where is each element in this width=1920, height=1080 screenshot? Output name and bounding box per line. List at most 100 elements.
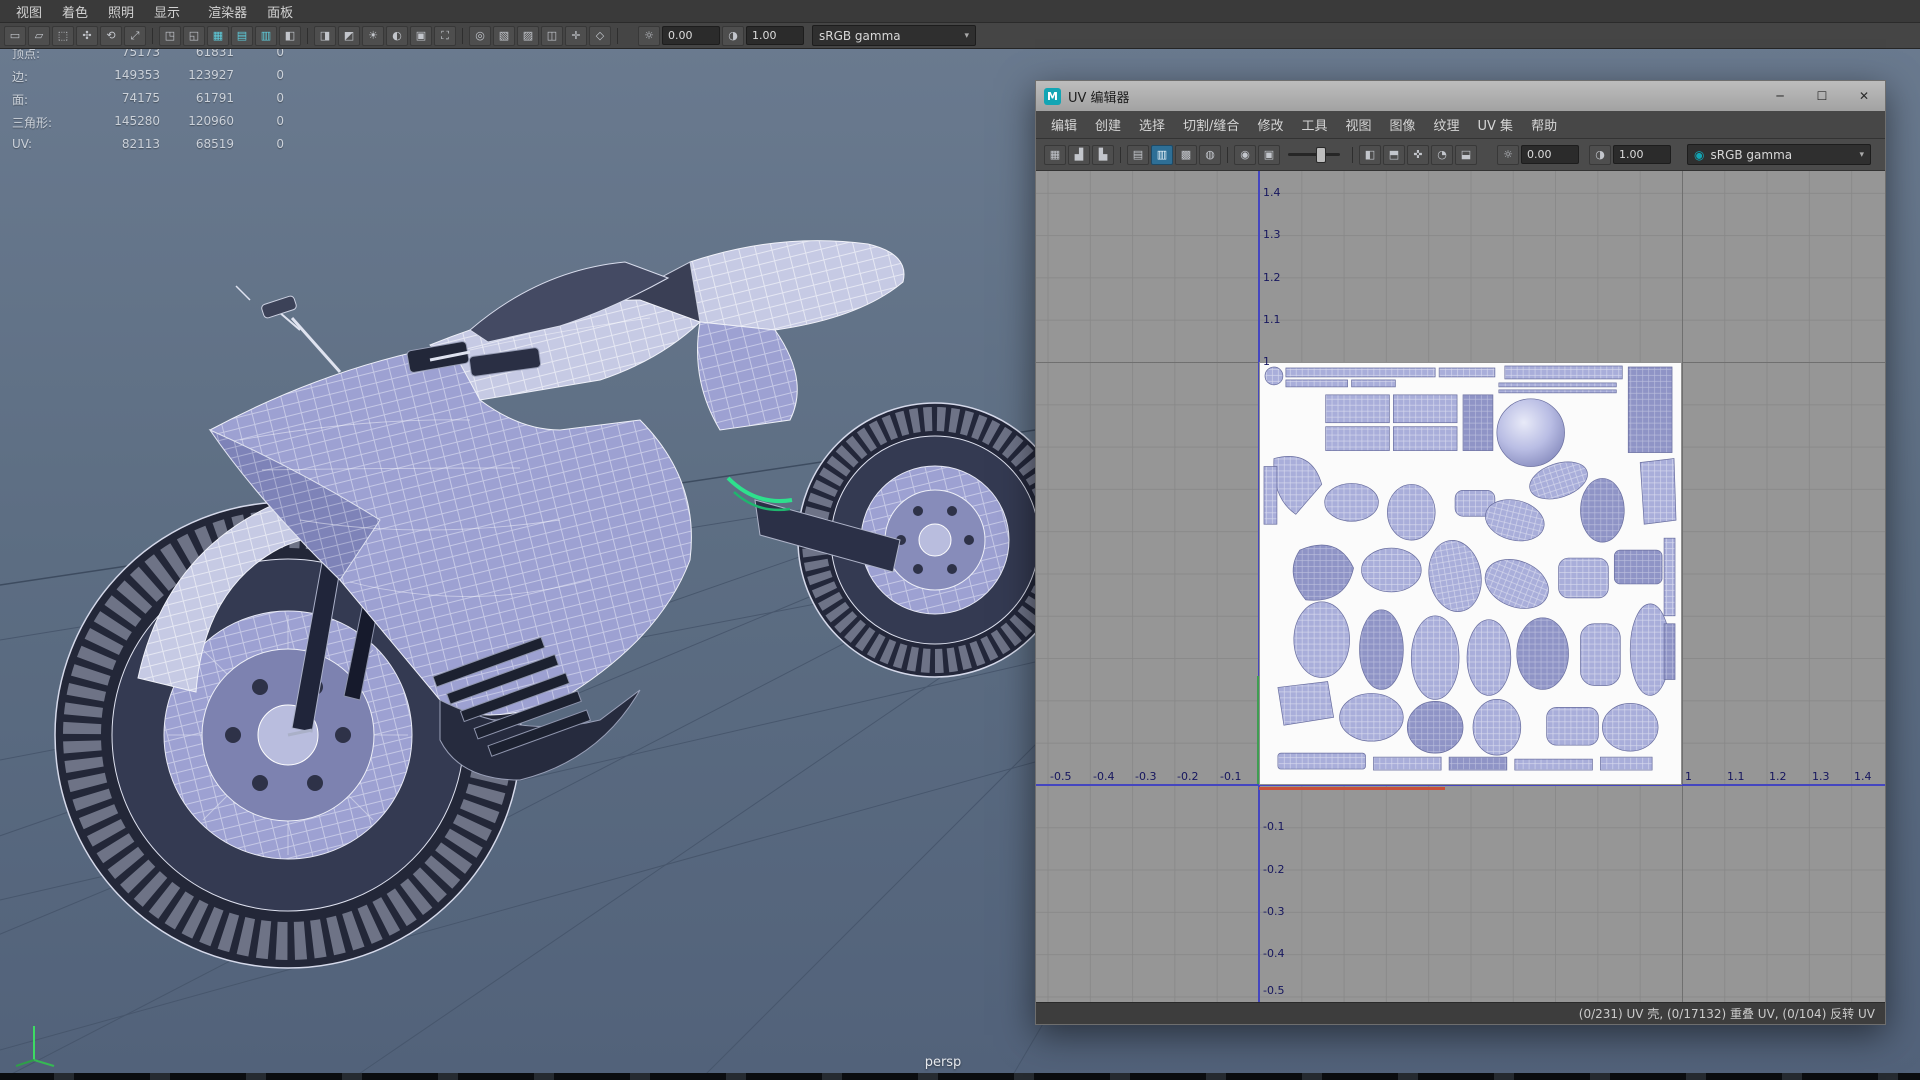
screen-ao-icon[interactable]: ◎ xyxy=(469,26,491,46)
uv-gamma-field[interactable]: 1.00 xyxy=(1613,145,1671,164)
motion-blur-icon[interactable]: ▧ xyxy=(493,26,515,46)
uv-menu-modify[interactable]: 修改 xyxy=(1248,115,1292,134)
uv-menu-image[interactable]: 图像 xyxy=(1380,115,1424,134)
multisample-icon[interactable]: ▨ xyxy=(517,26,539,46)
uv-editor-toolbar: ▦ ▟ ▙ ▤ ▥ ▩ ◍ ◉ ▣ ◧ ⬒ ✜ ◔ ⬓ ☼ 0.00 ◑ 1.0… xyxy=(1036,139,1885,171)
menu-show[interactable]: 显示 xyxy=(144,2,190,21)
uv-pushpin-icon[interactable]: ⬒ xyxy=(1383,145,1405,165)
uv-menu-tools[interactable]: 工具 xyxy=(1292,115,1336,134)
uv-editor-titlebar[interactable]: M UV 编辑器 ─ ☐ ✕ xyxy=(1036,81,1885,111)
hud-value: 123927 xyxy=(160,68,234,85)
uv-view-transform-value: sRGB gamma xyxy=(1710,148,1792,162)
uv-checker-icon[interactable]: ◍ xyxy=(1199,145,1221,165)
pixel-snap-icon[interactable]: ◧ xyxy=(1359,145,1381,165)
uv-exposure-field[interactable]: 0.00 xyxy=(1521,145,1579,164)
uv-borders-icon[interactable]: ▤ xyxy=(1127,145,1149,165)
uv-menu-create[interactable]: 创建 xyxy=(1086,115,1130,134)
uv-editor-window: M UV 编辑器 ─ ☐ ✕ 编辑 创建 选择 切割/缝合 修改 工具 视图 图… xyxy=(1035,80,1886,1025)
menu-renderer[interactable]: 渲染器 xyxy=(198,2,257,21)
wireframe-mode-icon[interactable]: ◨ xyxy=(314,26,336,46)
uv-menu-view[interactable]: 视图 xyxy=(1336,115,1380,134)
toolbar-separator xyxy=(307,28,308,44)
gamma-field[interactable]: 1.00 xyxy=(746,26,804,45)
u-axis-label: 1.3 xyxy=(1812,771,1830,783)
close-button[interactable]: ✕ xyxy=(1843,81,1885,111)
uv-shaded-icon[interactable]: ▥ xyxy=(1151,145,1173,165)
textured-mode-icon[interactable]: ▣ xyxy=(410,26,432,46)
lasso-tool-icon[interactable]: ▱ xyxy=(28,26,50,46)
shadows-icon[interactable]: ◐ xyxy=(386,26,408,46)
depth-peel-icon[interactable]: ◫ xyxy=(541,26,563,46)
uv-overlap-icon[interactable]: ⬓ xyxy=(1455,145,1477,165)
menu-view[interactable]: 视图 xyxy=(6,2,52,21)
hud-value: 68519 xyxy=(160,137,234,151)
lighting-icon[interactable]: ☀ xyxy=(362,26,384,46)
maximize-button[interactable]: ☐ xyxy=(1801,81,1843,111)
v-axis-label: 1.2 xyxy=(1263,272,1281,284)
hud-label: UV: xyxy=(12,137,80,151)
shaded-mode-icon[interactable]: ◩ xyxy=(338,26,360,46)
uv-layout-icon[interactable]: ▙ xyxy=(1092,145,1114,165)
hud-value: 145280 xyxy=(80,114,160,131)
uv-menu-uv-sets[interactable]: UV 集 xyxy=(1469,115,1523,134)
snap-grid-icon[interactable]: ▦ xyxy=(207,26,229,46)
rotate-tool-icon[interactable]: ⟲ xyxy=(100,26,122,46)
menu-shading[interactable]: 着色 xyxy=(52,2,98,21)
uv-menu-select[interactable]: 选择 xyxy=(1130,115,1174,134)
uv-exposure-icon[interactable]: ☼ xyxy=(1497,145,1519,165)
uv-shells[interactable] xyxy=(1260,363,1681,784)
v-axis-label: -0.4 xyxy=(1263,948,1284,960)
chevron-down-icon: ▾ xyxy=(964,31,969,41)
viewport-menubar: 视图 着色 照明 显示 渲染器 面板 xyxy=(0,0,1920,23)
uv-canvas[interactable]: 1.4 1.3 1.2 1.1 1 -0.1 -0.2 -0.3 -0.4 -0… xyxy=(1036,171,1885,1002)
uv-status-text: (0/231) UV 壳, (0/17132) 重叠 UV, (0/104) 反… xyxy=(1579,1005,1875,1022)
menu-lighting[interactable]: 照明 xyxy=(98,2,144,21)
dim-image-slider[interactable] xyxy=(1288,153,1340,156)
uv-menu-help[interactable]: 帮助 xyxy=(1522,115,1566,134)
scale-tool-icon[interactable]: ⤢ xyxy=(124,26,146,46)
hud-value: 74175 xyxy=(80,91,160,108)
window-buttons: ─ ☐ ✕ xyxy=(1759,81,1885,111)
menu-panels[interactable]: 面板 xyxy=(257,2,303,21)
uv-view-transform-dropdown[interactable]: ◉ sRGB gamma ▾ xyxy=(1687,144,1871,165)
hud-label: 边: xyxy=(12,68,80,85)
uv-texture-icon[interactable]: ◔ xyxy=(1431,145,1453,165)
snap-curve-icon[interactable]: ▤ xyxy=(231,26,253,46)
camera-lock-icon[interactable]: ◳ xyxy=(159,26,181,46)
uv-distortion-icon[interactable]: ▩ xyxy=(1175,145,1197,165)
uv-menu-edit[interactable]: 编辑 xyxy=(1042,115,1086,134)
xray-icon[interactable]: ✛ xyxy=(565,26,587,46)
minimize-button[interactable]: ─ xyxy=(1759,81,1801,111)
gamma-icon[interactable]: ◑ xyxy=(722,26,744,46)
view-transform-dropdown[interactable]: sRGB gamma ▾ xyxy=(812,25,976,46)
uv-grid-icon[interactable]: ▦ xyxy=(1044,145,1066,165)
isolate-select-icon[interactable]: ⛶ xyxy=(434,26,456,46)
paint-select-icon[interactable]: ⬚ xyxy=(52,26,74,46)
bookmark-icon[interactable]: ◱ xyxy=(183,26,205,46)
tail-cowl xyxy=(690,241,904,330)
u-axis-label: -0.4 xyxy=(1093,771,1114,783)
exposure-icon[interactable]: ☼ xyxy=(638,26,660,46)
uv-editor-menubar: 编辑 创建 选择 切割/缝合 修改 工具 视图 图像 纹理 UV 集 帮助 xyxy=(1036,111,1885,139)
maya-logo-icon: M xyxy=(1044,88,1061,105)
motorcycle-model xyxy=(55,241,1072,968)
u-axis-label: -0.2 xyxy=(1177,771,1198,783)
move-tool-icon[interactable]: ✣ xyxy=(76,26,98,46)
hud-label: 三角形: xyxy=(12,114,80,131)
slider-thumb[interactable] xyxy=(1316,147,1326,163)
select-tool-icon[interactable]: ▭ xyxy=(4,26,26,46)
rgb-channels-icon[interactable]: ◉ xyxy=(1234,145,1256,165)
exposure-field[interactable]: 0.00 xyxy=(662,26,720,45)
uv-tile-icon[interactable]: ▟ xyxy=(1068,145,1090,165)
handlebar-mirror xyxy=(236,286,470,372)
hud-value: 0 xyxy=(234,137,284,151)
v-axis-label: -0.2 xyxy=(1263,864,1284,876)
snap-point-icon[interactable]: ▥ xyxy=(255,26,277,46)
alpha-channel-icon[interactable]: ▣ xyxy=(1258,145,1280,165)
uv-isolate-icon[interactable]: ✜ xyxy=(1407,145,1429,165)
uv-menu-cut-sew[interactable]: 切割/缝合 xyxy=(1174,115,1248,134)
uv-gamma-icon[interactable]: ◑ xyxy=(1589,145,1611,165)
snap-plane-icon[interactable]: ◧ xyxy=(279,26,301,46)
uv-menu-textures[interactable]: 纹理 xyxy=(1425,115,1469,134)
joint-xray-icon[interactable]: ◇ xyxy=(589,26,611,46)
